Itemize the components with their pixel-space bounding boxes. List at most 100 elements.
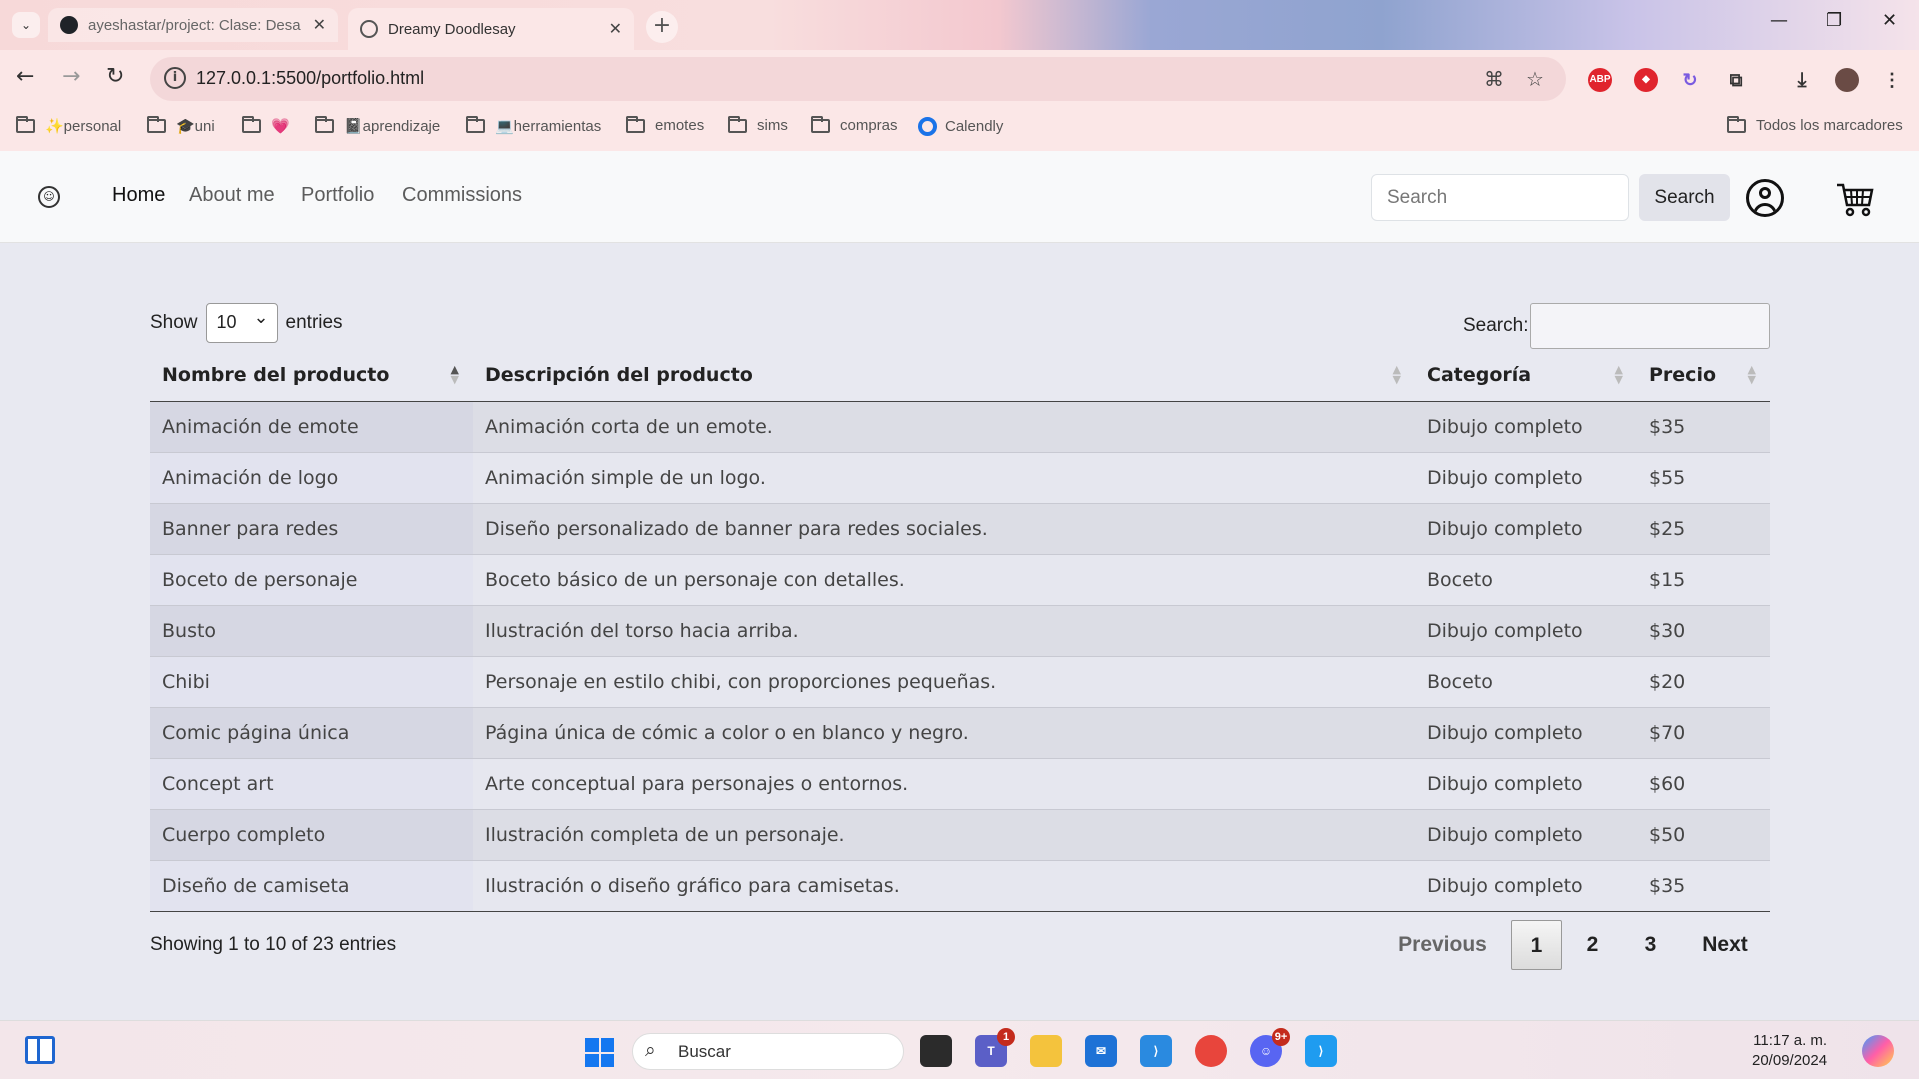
vscode-insiders-icon[interactable]: ⟩ — [1305, 1035, 1337, 1067]
bookmark-folder-herramientas[interactable]: 💻herramientas — [466, 116, 601, 135]
bookmark-folder-aprendizaje[interactable]: 📓aprendizaje — [315, 116, 440, 135]
bookmark-label: emotes — [655, 117, 705, 134]
tab-search-chevron-icon[interactable]: ⌄ — [12, 12, 40, 38]
table-row[interactable]: Busto Ilustración del torso hacia arriba.… — [150, 605, 1770, 657]
site-info-icon[interactable]: i — [164, 67, 186, 89]
column-header-label: Nombre del producto — [162, 364, 390, 387]
reload-icon[interactable]: ↻ — [106, 64, 124, 89]
close-tab-icon[interactable]: ✕ — [313, 15, 326, 35]
chrome-icon[interactable] — [1195, 1035, 1227, 1067]
vscode-icon[interactable]: ⟩ — [1140, 1035, 1172, 1067]
nav-portfolio[interactable]: Portfolio — [301, 184, 374, 207]
column-header-price[interactable]: Precio ▲ ▼ — [1637, 350, 1770, 402]
extension-shield-icon[interactable]: ◆ — [1634, 68, 1658, 92]
table-row[interactable]: Boceto de personaje Boceto básico de un p… — [150, 554, 1770, 606]
forward-arrow-icon[interactable]: → — [62, 64, 80, 89]
bookmark-star-icon[interactable]: ☆ — [1526, 67, 1544, 91]
column-header-name[interactable]: Nombre del producto ▲ ▼ — [150, 350, 473, 402]
bookmark-folder-personal[interactable]: ✨personal — [16, 116, 121, 135]
back-arrow-icon[interactable]: ← — [16, 64, 34, 89]
nav-home[interactable]: Home — [112, 184, 165, 207]
product-description-cell: Ilustración del torso hacia arriba. — [473, 605, 1415, 657]
mail-icon[interactable]: ✉ — [1085, 1035, 1117, 1067]
notification-badge: 1 — [997, 1028, 1015, 1046]
extension-sync-icon[interactable]: ↻ — [1678, 68, 1702, 92]
nav-about-me[interactable]: About me — [189, 184, 275, 207]
column-header-description[interactable]: Descripción del producto ▲ ▼ — [473, 350, 1415, 402]
pagination-page-2[interactable]: 2 — [1567, 920, 1618, 970]
bookmark-all[interactable]: Todos los marcadores — [1727, 115, 1903, 134]
nav-commissions[interactable]: Commissions — [402, 184, 522, 207]
minimize-icon[interactable]: — — [1770, 10, 1788, 31]
product-description-cell: Animación corta de un emote. — [473, 401, 1415, 453]
address-bar[interactable]: i 127.0.0.1:5500/portfolio.html ⌘ ☆ — [150, 57, 1566, 101]
table-row[interactable]: Chibi Personaje en estilo chibi, con prop… — [150, 656, 1770, 708]
bookmark-label: Todos los marcadores — [1756, 117, 1903, 134]
pagination-next[interactable]: Next — [1690, 920, 1760, 970]
tab-github[interactable]: ayeshastar/project: Clase: Desa ✕ — [48, 8, 338, 42]
bookmark-calendly[interactable]: Calendly — [918, 117, 1003, 136]
extensions-puzzle-icon[interactable]: ⧉ — [1724, 68, 1748, 92]
bookmark-folder-uni[interactable]: 🎓uni — [147, 116, 215, 135]
folder-icon — [466, 116, 485, 133]
task-view-icon[interactable] — [920, 1035, 952, 1067]
site-search-input[interactable]: Search — [1371, 174, 1629, 221]
product-category-cell: Dibujo completo — [1415, 605, 1637, 657]
discord-icon[interactable]: ☺ 9+ — [1250, 1028, 1290, 1067]
taskbar-search[interactable]: ⌕ Buscar — [632, 1033, 904, 1070]
translate-icon[interactable]: ⌘ — [1484, 67, 1504, 91]
table-row[interactable]: Diseño de camiseta Ilustración o diseño g… — [150, 860, 1770, 912]
file-explorer-icon[interactable] — [1030, 1035, 1062, 1067]
product-name-cell: Cuerpo completo — [150, 809, 473, 861]
url-text[interactable]: 127.0.0.1:5500/portfolio.html — [196, 68, 424, 89]
system-clock[interactable]: 11:17 a. m. 20/09/2024 — [1752, 1031, 1827, 1071]
product-description-cell: Diseño personalizado de banner para rede… — [473, 503, 1415, 555]
close-tab-icon[interactable]: ✕ — [609, 19, 622, 39]
windows-start-icon[interactable] — [585, 1038, 614, 1067]
column-header-label: Categoría — [1427, 364, 1532, 387]
copilot-icon[interactable] — [1862, 1035, 1894, 1067]
product-description-cell: Personaje en estilo chibi, con proporcio… — [473, 656, 1415, 708]
table-row[interactable]: Animación de logo Animación simple de un … — [150, 452, 1770, 504]
product-price-cell: $35 — [1637, 860, 1770, 912]
windows-taskbar: ⌕ Buscar T1 ✉ ⟩ ☺ 9+ ⟩ 11:17 a. m. 20/09/… — [0, 1020, 1919, 1079]
user-account-icon[interactable] — [1746, 179, 1784, 217]
pagination-page-3[interactable]: 3 — [1625, 920, 1676, 970]
pagination-previous[interactable]: Previous — [1380, 920, 1505, 970]
table-row[interactable]: Cuerpo completo Ilustración completa de u… — [150, 809, 1770, 861]
bookmark-folder-sims[interactable]: sims — [728, 115, 788, 134]
bookmark-label: 💗 — [271, 118, 290, 135]
table-row[interactable]: Concept art Arte conceptual para personaj… — [150, 758, 1770, 810]
product-description-cell: Arte conceptual para personajes o entorn… — [473, 758, 1415, 810]
product-description-cell: Boceto básico de un personaje con detall… — [473, 554, 1415, 606]
shopping-cart-icon[interactable] — [1835, 179, 1875, 219]
pagination-page-1[interactable]: 1 — [1511, 920, 1562, 970]
bookmark-folder-compras[interactable]: compras — [811, 115, 898, 134]
profile-avatar[interactable] — [1835, 68, 1859, 92]
table-row[interactable]: Banner para redes Diseño personalizado de… — [150, 503, 1770, 555]
site-search-button[interactable]: Search — [1639, 174, 1730, 221]
bookmark-folder-heart[interactable]: 💗 — [242, 116, 290, 135]
new-tab-button[interactable]: + — [646, 11, 678, 43]
restore-icon[interactable]: ❐ — [1826, 10, 1842, 31]
brand-logo-icon[interactable]: ☺ — [38, 186, 60, 208]
tab-dreamy-doodlesay[interactable]: Dreamy Doodlesay ✕ — [348, 8, 634, 50]
bookmark-folder-emotes[interactable]: emotes — [626, 115, 705, 134]
adblock-icon[interactable]: ABP — [1588, 68, 1612, 92]
widgets-icon[interactable] — [25, 1036, 55, 1064]
teams-icon[interactable]: T1 — [975, 1028, 1015, 1067]
table-search-input[interactable] — [1530, 303, 1770, 349]
table-body: Animación de emote Animación corta de un … — [150, 401, 1770, 912]
table-search-label: Search: — [1463, 315, 1529, 336]
table-row[interactable]: Comic página única Página única de cómic … — [150, 707, 1770, 759]
page-length-select[interactable]: 10 — [205, 303, 278, 343]
clock-time: 11:17 a. m. — [1753, 1032, 1828, 1049]
table-row[interactable]: Animación de emote Animación corta de un … — [150, 401, 1770, 453]
product-description-cell: Animación simple de un logo. — [473, 452, 1415, 504]
sort-icon: ▲ ▼ — [1614, 363, 1623, 386]
close-window-icon[interactable]: ✕ — [1882, 10, 1897, 31]
menu-kebab-icon[interactable]: ⋮ — [1880, 68, 1904, 92]
column-header-category[interactable]: Categoría ▲ ▼ — [1415, 350, 1637, 402]
download-icon[interactable]: ⤓ — [1790, 68, 1814, 92]
product-name-cell: Busto — [150, 605, 473, 657]
